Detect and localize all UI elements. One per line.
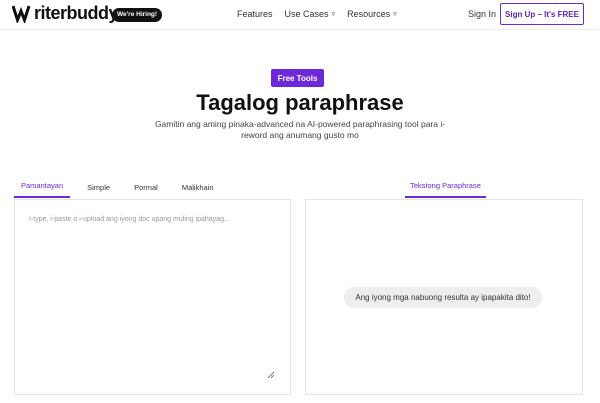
page-title: Tagalog paraphrase (196, 90, 404, 115)
main-nav: Features Use Cases ▿ Resources ▿ (237, 9, 397, 19)
sign-up-button[interactable]: Sign Up – It's FREE (500, 3, 584, 25)
nav-features[interactable]: Features (237, 9, 273, 19)
result-placeholder-message: Ang iyong mga nabuong resulta ay ipapaki… (344, 287, 542, 308)
logo-w-icon (12, 5, 31, 23)
nav-features-label: Features (237, 9, 273, 19)
nav-resources[interactable]: Resources ▿ (347, 9, 397, 19)
input-panel (14, 199, 291, 395)
nav-use-cases[interactable]: Use Cases ▿ (285, 9, 336, 19)
page-subtitle: Gamitin ang aming pinaka-advanced na AI-… (154, 119, 446, 140)
tab-pormal[interactable]: Pormal (127, 178, 165, 198)
tab-pamantayan[interactable]: Pamantayan (14, 178, 71, 198)
hiring-badge[interactable]: We're Hiring! (112, 8, 163, 22)
site-header: riterbuddy We're Hiring! Features Use Ca… (0, 0, 600, 30)
free-tools-badge[interactable]: Free Tools (271, 69, 324, 87)
logo-text: riterbuddy (34, 3, 119, 23)
logo[interactable]: riterbuddy (12, 3, 119, 23)
tab-output[interactable]: Tekstong Paraphrase (405, 178, 486, 198)
chevron-down-icon: ▿ (393, 11, 397, 18)
mode-tabs: Pamantayan Simple Pormal Malikhain (14, 178, 231, 198)
sign-in-link[interactable]: Sign In (468, 9, 496, 19)
resize-handle-icon[interactable] (268, 372, 274, 378)
nav-use-cases-label: Use Cases (284, 9, 329, 19)
chevron-down-icon: ▿ (331, 11, 336, 18)
input-textarea[interactable] (15, 200, 290, 394)
nav-resources-label: Resources (347, 9, 391, 19)
tab-simple[interactable]: Simple (80, 178, 117, 198)
tab-malikhain[interactable]: Malikhain (175, 178, 221, 198)
